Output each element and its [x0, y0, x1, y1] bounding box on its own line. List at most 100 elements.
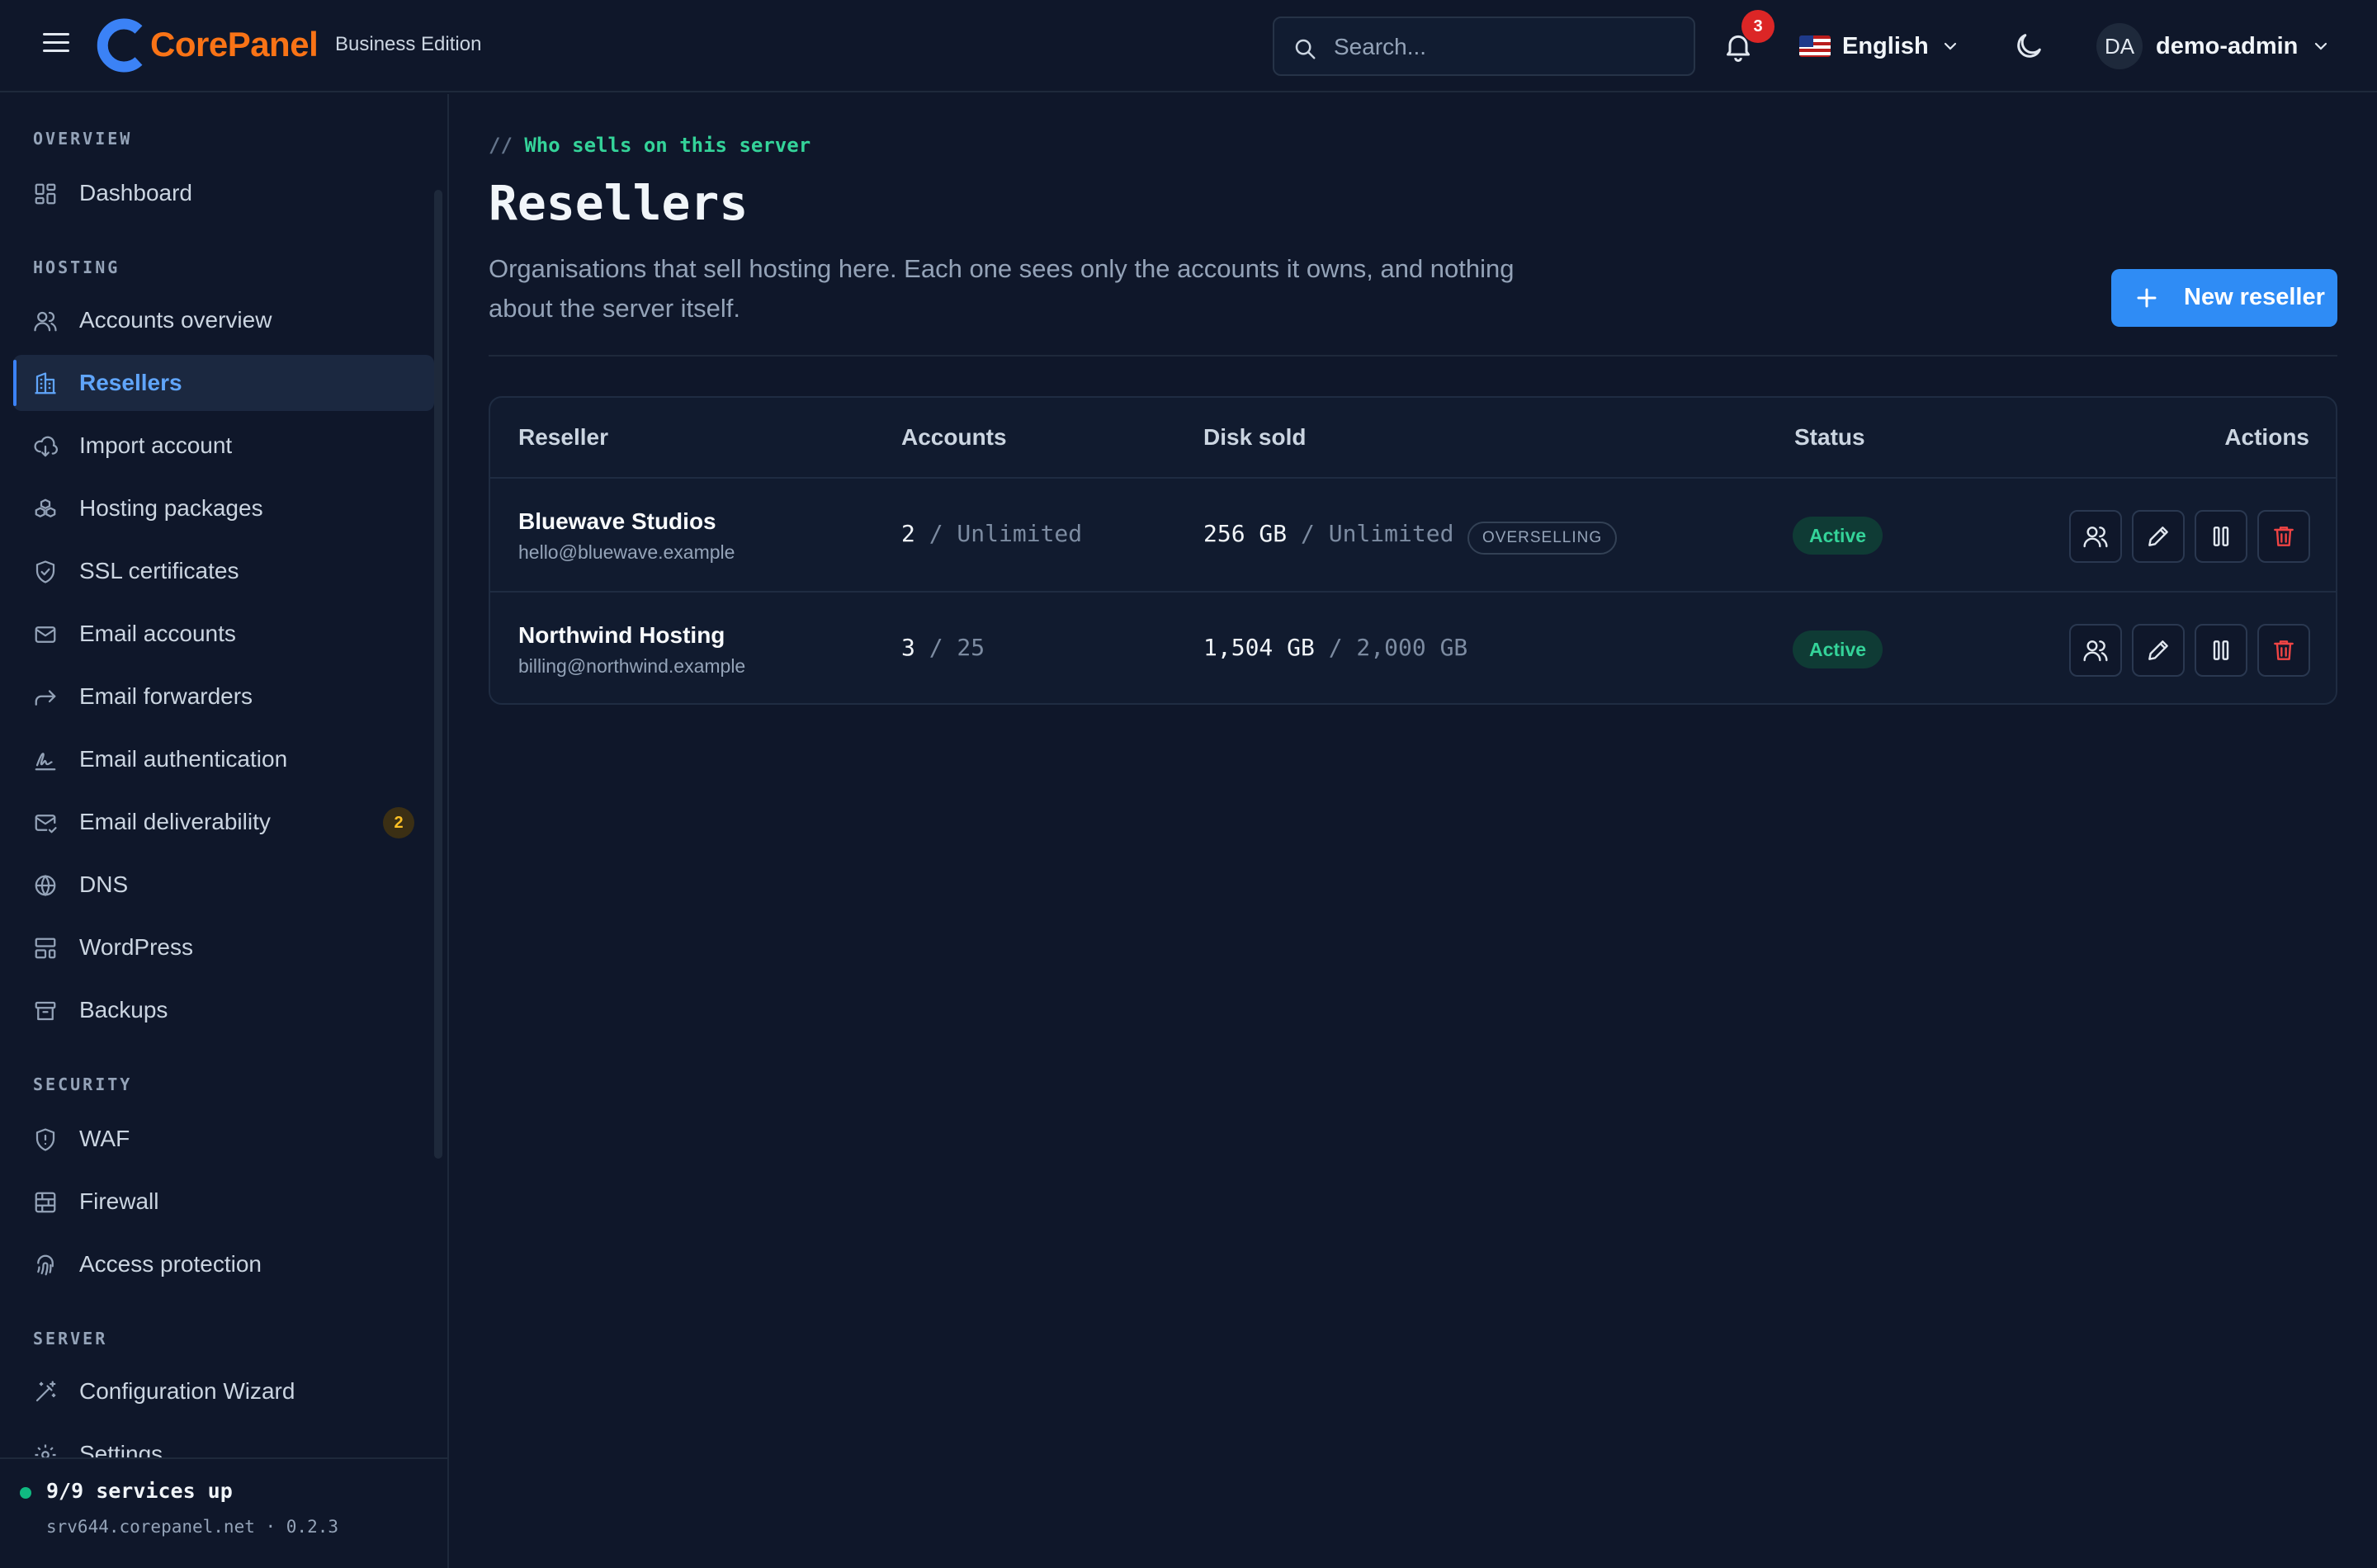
disk-used: 256 GB: [1203, 520, 1288, 547]
chevron-down-icon: [1944, 42, 1956, 50]
trash-icon: [2274, 640, 2294, 660]
deliverability-count-badge: 2: [383, 807, 414, 838]
reseller-email: billing@northwind.example: [518, 655, 746, 677]
sidebar-item-hosting-packages[interactable]: Hosting packages: [13, 480, 434, 536]
view-accounts-button[interactable]: [2069, 510, 2122, 563]
column-header-status[interactable]: Status: [1794, 424, 1865, 451]
suspend-button[interactable]: [2195, 510, 2247, 563]
page-kicker: // Who sells on this server: [489, 134, 810, 157]
sidebar-item-email-authentication[interactable]: Email authentication: [13, 731, 434, 787]
view-accounts-button[interactable]: [2069, 624, 2122, 677]
magic-wand-icon: [35, 1381, 56, 1402]
header-divider: [489, 355, 2337, 357]
sidebar-scrollbar[interactable]: [434, 190, 442, 1159]
sidebar-item-label: Accounts overview: [79, 307, 272, 333]
sidebar-item-dns[interactable]: DNS: [13, 857, 434, 913]
suspend-button[interactable]: [2195, 624, 2247, 677]
sidebar-item-import-account[interactable]: Import account: [13, 418, 434, 474]
chevron-down-icon: [2315, 42, 2327, 50]
new-reseller-label: New reseller: [2184, 284, 2325, 310]
table-row[interactable]: Bluewave Studios hello@bluewave.example …: [490, 479, 2336, 593]
fingerprint-icon: [37, 1254, 54, 1276]
delete-button[interactable]: [2257, 624, 2310, 677]
users-icon: [34, 311, 57, 332]
us-flag-icon: [1799, 35, 1831, 57]
reseller-name[interactable]: Northwind Hosting: [518, 622, 725, 649]
edit-button[interactable]: [2132, 624, 2185, 677]
sidebar-item-waf[interactable]: WAF: [13, 1111, 434, 1167]
reseller-name[interactable]: Bluewave Studios: [518, 508, 716, 535]
status-badge: Active: [1793, 517, 1883, 555]
sidebar-item-resellers[interactable]: Resellers: [13, 355, 434, 411]
disk-used: 1,504 GB: [1203, 634, 1315, 661]
sidebar-item-label: Import account: [79, 432, 233, 458]
notifications-count-badge: 3: [1741, 10, 1774, 43]
sidebar-item-configuration-wizard[interactable]: Configuration Wizard: [13, 1363, 434, 1419]
menu-toggle-icon[interactable]: [43, 33, 69, 59]
sidebar-item-dashboard[interactable]: Dashboard: [13, 165, 434, 221]
search-box[interactable]: [1273, 17, 1695, 76]
user-menu[interactable]: DA demo-admin: [2096, 23, 2331, 69]
archive-icon: [35, 1001, 56, 1021]
cloud-download-icon: [34, 436, 58, 457]
sidebar-item-label: Email accounts: [79, 621, 236, 646]
pencil-icon: [2148, 527, 2168, 546]
server-info: srv644.corepanel.net · 0.2.3: [46, 1517, 339, 1537]
globe-icon: [35, 874, 56, 897]
sidebar-item-label: DNS: [79, 871, 129, 897]
logo-text: CorePanel: [150, 25, 319, 64]
column-header-actions: Actions: [2224, 424, 2309, 450]
disk-usage: 1,504 GB / 2,000 GB: [1203, 634, 1467, 661]
sidebar-item-label: Email forwarders: [79, 683, 253, 709]
disk-usage: 256 GB / Unlimited: [1203, 520, 1453, 547]
column-header-accounts[interactable]: Accounts: [901, 424, 1007, 451]
column-header-reseller[interactable]: Reseller: [518, 424, 608, 451]
user-name: demo-admin: [2156, 32, 2299, 59]
sidebar-item-label: Email deliverability: [79, 809, 271, 834]
mail-check-icon: [35, 815, 57, 834]
layout-template-icon: [35, 937, 56, 959]
nav-section-security: SECURITY: [33, 1074, 133, 1094]
delete-button[interactable]: [2257, 510, 2310, 563]
search-icon: [1295, 39, 1316, 59]
nav-section-overview: OVERVIEW: [33, 129, 133, 149]
dashboard-grid-icon: [35, 183, 56, 205]
sidebar-item-label: WordPress: [79, 934, 193, 960]
sidebar-item-email-forwarders[interactable]: Email forwarders: [13, 668, 434, 725]
sidebar-item-label: Backups: [79, 997, 168, 1023]
edit-button[interactable]: [2132, 510, 2185, 563]
search-input[interactable]: [1334, 30, 1680, 64]
resellers-table: Reseller Accounts Disk sold Status Actio…: [489, 396, 2337, 705]
sidebar-item-label: Email authentication: [79, 746, 288, 772]
overselling-badge: OVERSELLING: [1467, 522, 1618, 555]
pencil-icon: [2148, 640, 2168, 660]
accounts-usage: 2 / Unlimited: [901, 520, 1082, 547]
sidebar-item-firewall[interactable]: Firewall: [13, 1174, 434, 1230]
page-description: Organisations that sell hosting here. Ea…: [489, 254, 1515, 323]
table-header: Reseller Accounts Disk sold Status Actio…: [490, 398, 2336, 479]
disk-limit: / Unlimited: [1301, 520, 1454, 547]
new-reseller-button[interactable]: New reseller: [2111, 269, 2337, 327]
sidebar-item-accounts-overview[interactable]: Accounts overview: [13, 292, 434, 348]
sidebar-item-ssl-certificates[interactable]: SSL certificates: [13, 543, 434, 599]
sidebar-footer: [0, 1457, 447, 1568]
plus-icon: [2137, 288, 2157, 308]
language-label: English: [1842, 32, 1929, 59]
sidebar-item-label: Firewall: [79, 1188, 159, 1214]
accounts-limit: / Unlimited: [929, 520, 1083, 547]
sidebar-item-access-protection[interactable]: Access protection: [13, 1236, 434, 1292]
page-title: Resellers: [489, 175, 749, 231]
language-selector[interactable]: English: [1799, 28, 1960, 64]
sidebar-item-email-accounts[interactable]: Email accounts: [13, 606, 434, 662]
table-row[interactable]: Northwind Hosting billing@northwind.exam…: [490, 593, 2336, 703]
signature-icon: [35, 753, 56, 771]
column-header-disk-sold[interactable]: Disk sold: [1203, 424, 1306, 451]
sidebar-item-backups[interactable]: Backups: [13, 982, 434, 1038]
kicker-text: Who sells on this server: [524, 134, 811, 157]
dark-mode-moon-icon[interactable]: [2012, 30, 2045, 63]
sidebar-item-wordpress[interactable]: WordPress: [13, 919, 434, 975]
trash-icon: [2274, 527, 2294, 546]
status-badge: Active: [1793, 631, 1883, 668]
sidebar-item-label: Configuration Wizard: [79, 1378, 295, 1404]
sidebar-item-email-deliverability[interactable]: Email deliverability 2: [13, 794, 434, 850]
